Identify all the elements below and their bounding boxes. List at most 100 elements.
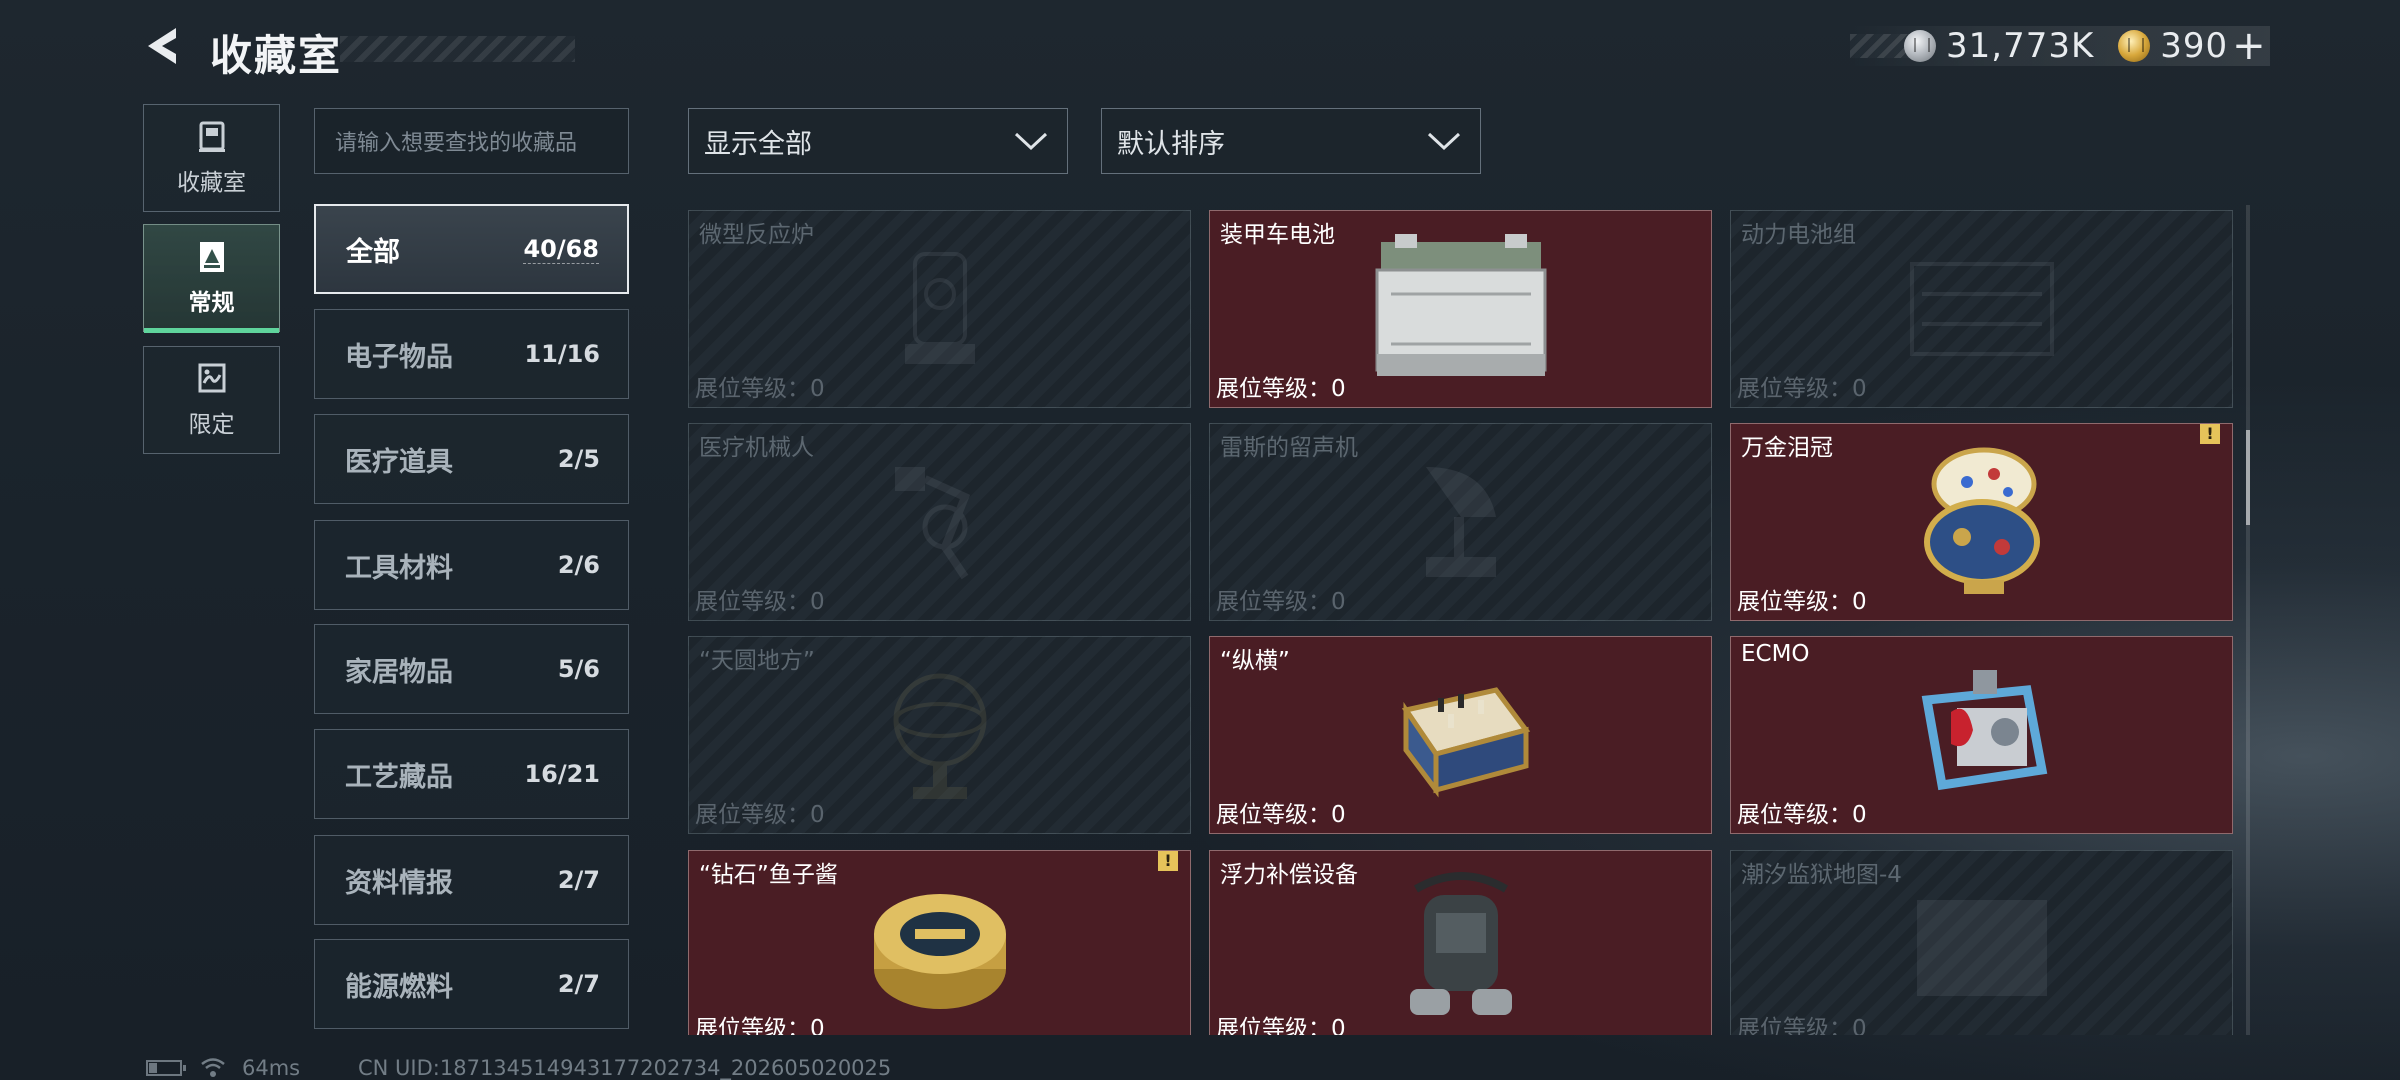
battery-item-icon [1375, 234, 1546, 376]
collection-room-icon [198, 121, 225, 152]
category-tools[interactable]: 工具材料 2/6 [314, 520, 629, 610]
display-filter-dropdown[interactable]: 显示全部 [688, 108, 1068, 174]
category-label: 全部 [346, 236, 400, 268]
chevron-down-icon [1427, 132, 1461, 151]
uid-text: CN UID:1871345149431772027​34_2026050200… [358, 1056, 892, 1080]
exhibit-level: 展位等级：0 [1737, 802, 1867, 828]
category-label: 资料情报 [345, 867, 453, 899]
power-pack-icon [1909, 262, 2054, 356]
category-count: 2/7 [557, 970, 600, 998]
item-card-bcd-device[interactable]: 浮力补偿设备 展位等级：0 [1209, 850, 1712, 1035]
exhibit-level: 展位等级：0 [1216, 802, 1346, 828]
caviar-tin-icon [873, 894, 1006, 1009]
category-count: 2/5 [557, 445, 600, 473]
back-button[interactable] [140, 22, 186, 70]
category-count: 16/21 [524, 760, 600, 788]
exhibit-level: 展位等级：0 [1737, 589, 1867, 615]
chessboard-icon [1401, 687, 1530, 798]
item-name: 装甲车电池 [1220, 222, 1335, 248]
category-label: 家居物品 [345, 656, 453, 688]
tab-regular[interactable]: 常规 [143, 224, 280, 333]
item-card-jeweled-egg[interactable]: 万金泪冠 ! 展位等级：0 [1730, 423, 2233, 621]
gold-coin-icon [2118, 30, 2151, 62]
medical-robot-icon [894, 467, 970, 580]
category-crafts[interactable]: 工艺藏品 16/21 [314, 729, 629, 819]
exhibit-level: 展位等级：0 [1737, 376, 1867, 402]
category-household[interactable]: 家居物品 5/6 [314, 624, 629, 714]
collection-grid: 微型反应炉 展位等级：0 装甲车电池 展位等级：0 动力电池组 展位等级：0 医… [688, 210, 2233, 1035]
category-count: 2/7 [557, 866, 600, 894]
grid-scrollbar-track [2246, 205, 2250, 1035]
category-count: 11/16 [524, 340, 600, 368]
title-decoration [340, 36, 575, 62]
exhibit-level: 展位等级：0 [1737, 1016, 1867, 1035]
grid-scrollbar-thumb[interactable] [2246, 430, 2250, 525]
silver-coin-icon [1904, 30, 1936, 62]
item-name: 浮力补偿设备 [1220, 862, 1358, 888]
wifi-icon [201, 1058, 225, 1077]
chevron-down-icon [1014, 132, 1048, 151]
map-icon [1916, 900, 2047, 996]
category-label: 工具材料 [345, 552, 453, 584]
category-label: 工艺藏品 [345, 761, 453, 793]
active-indicator [144, 328, 279, 333]
item-card-chessboard[interactable]: “纵横” 展位等级：0 [1209, 636, 1712, 834]
exhibit-level: 展位等级：0 [695, 589, 825, 615]
category-electronics[interactable]: 电子物品 11/16 [314, 309, 629, 399]
exhibit-level: 展位等级：0 [695, 802, 825, 828]
exhibit-level: 展位等级：0 [695, 1016, 825, 1035]
alert-badge: ! [2200, 424, 2220, 444]
battery-icon [146, 1060, 186, 1076]
ping-value: 64ms [242, 1056, 301, 1080]
item-name: “天圆地方” [699, 648, 815, 674]
item-name: “钻石”鱼子酱 [699, 862, 838, 888]
tab-collection-room[interactable]: 收藏室 [143, 104, 280, 212]
exhibit-level: 展位等级：0 [695, 376, 825, 402]
page-title: 收藏室 [210, 31, 343, 80]
item-card-micro-reactor[interactable]: 微型反应炉 展位等级：0 [688, 210, 1191, 408]
category-intel[interactable]: 资料情报 2/7 [314, 835, 629, 925]
item-name: ECMO [1741, 641, 1810, 667]
regular-icon [199, 242, 224, 272]
exhibit-level: 展位等级：0 [1216, 589, 1346, 615]
item-card-gramophone[interactable]: 雷斯的留声机 展位等级：0 [1209, 423, 1712, 621]
add-currency-button[interactable]: + [2232, 26, 2266, 66]
item-name: “纵横” [1220, 648, 1290, 674]
dropdown-label: 默认排序 [1117, 128, 1225, 160]
reactor-icon [904, 252, 975, 364]
item-card-armored-battery[interactable]: 装甲车电池 展位等级：0 [1209, 210, 1712, 408]
tab-label: 限定 [188, 412, 235, 438]
item-card-ecmo[interactable]: ECMO 展位等级：0 [1730, 636, 2233, 834]
item-name: 医疗机械人 [699, 435, 814, 461]
tab-label: 常规 [188, 290, 235, 316]
ecmo-icon [1921, 670, 2047, 791]
limited-icon [198, 363, 225, 393]
item-card-medical-robot[interactable]: 医疗机械人 展位等级：0 [688, 423, 1191, 621]
item-card-tide-prison-map[interactable]: 潮汐监狱地图-4 展位等级：0 [1730, 850, 2233, 1035]
exhibit-level: 展位等级：0 [1216, 376, 1346, 402]
item-card-armillary[interactable]: “天圆地方” 展位等级：0 [688, 636, 1191, 834]
gold-currency-value: 390 [2160, 26, 2229, 66]
dropdown-label: 显示全部 [704, 128, 812, 160]
item-name: 微型反应炉 [699, 222, 814, 248]
category-count: 5/6 [557, 655, 600, 683]
search-input[interactable]: 请输入想要查找的收藏品 [314, 108, 629, 174]
item-name: 动力电池组 [1741, 222, 1856, 248]
sort-dropdown[interactable]: 默认排序 [1101, 108, 1481, 174]
item-name: 雷斯的留声机 [1220, 435, 1358, 461]
category-label: 医疗道具 [345, 446, 453, 478]
currency-bar: 31,773K 390 + [1850, 26, 2270, 66]
category-label: 能源燃料 [345, 971, 453, 1003]
gramophone-icon [1425, 467, 1496, 577]
category-medical[interactable]: 医疗道具 2/5 [314, 414, 629, 504]
category-all[interactable]: 全部 40/68 [314, 204, 629, 294]
tab-limited[interactable]: 限定 [143, 346, 280, 454]
item-card-caviar[interactable]: “钻石”鱼子酱 ! 展位等级：0 [688, 850, 1191, 1035]
exhibit-level: 展位等级：0 [1216, 1016, 1346, 1035]
jeweled-egg-icon [1923, 447, 2040, 594]
silver-currency-value: 31,773K [1946, 26, 2095, 66]
back-arrow-icon [148, 28, 176, 64]
armillary-icon [893, 673, 986, 799]
item-card-power-pack[interactable]: 动力电池组 展位等级：0 [1730, 210, 2233, 408]
category-energy[interactable]: 能源燃料 2/7 [314, 939, 629, 1029]
